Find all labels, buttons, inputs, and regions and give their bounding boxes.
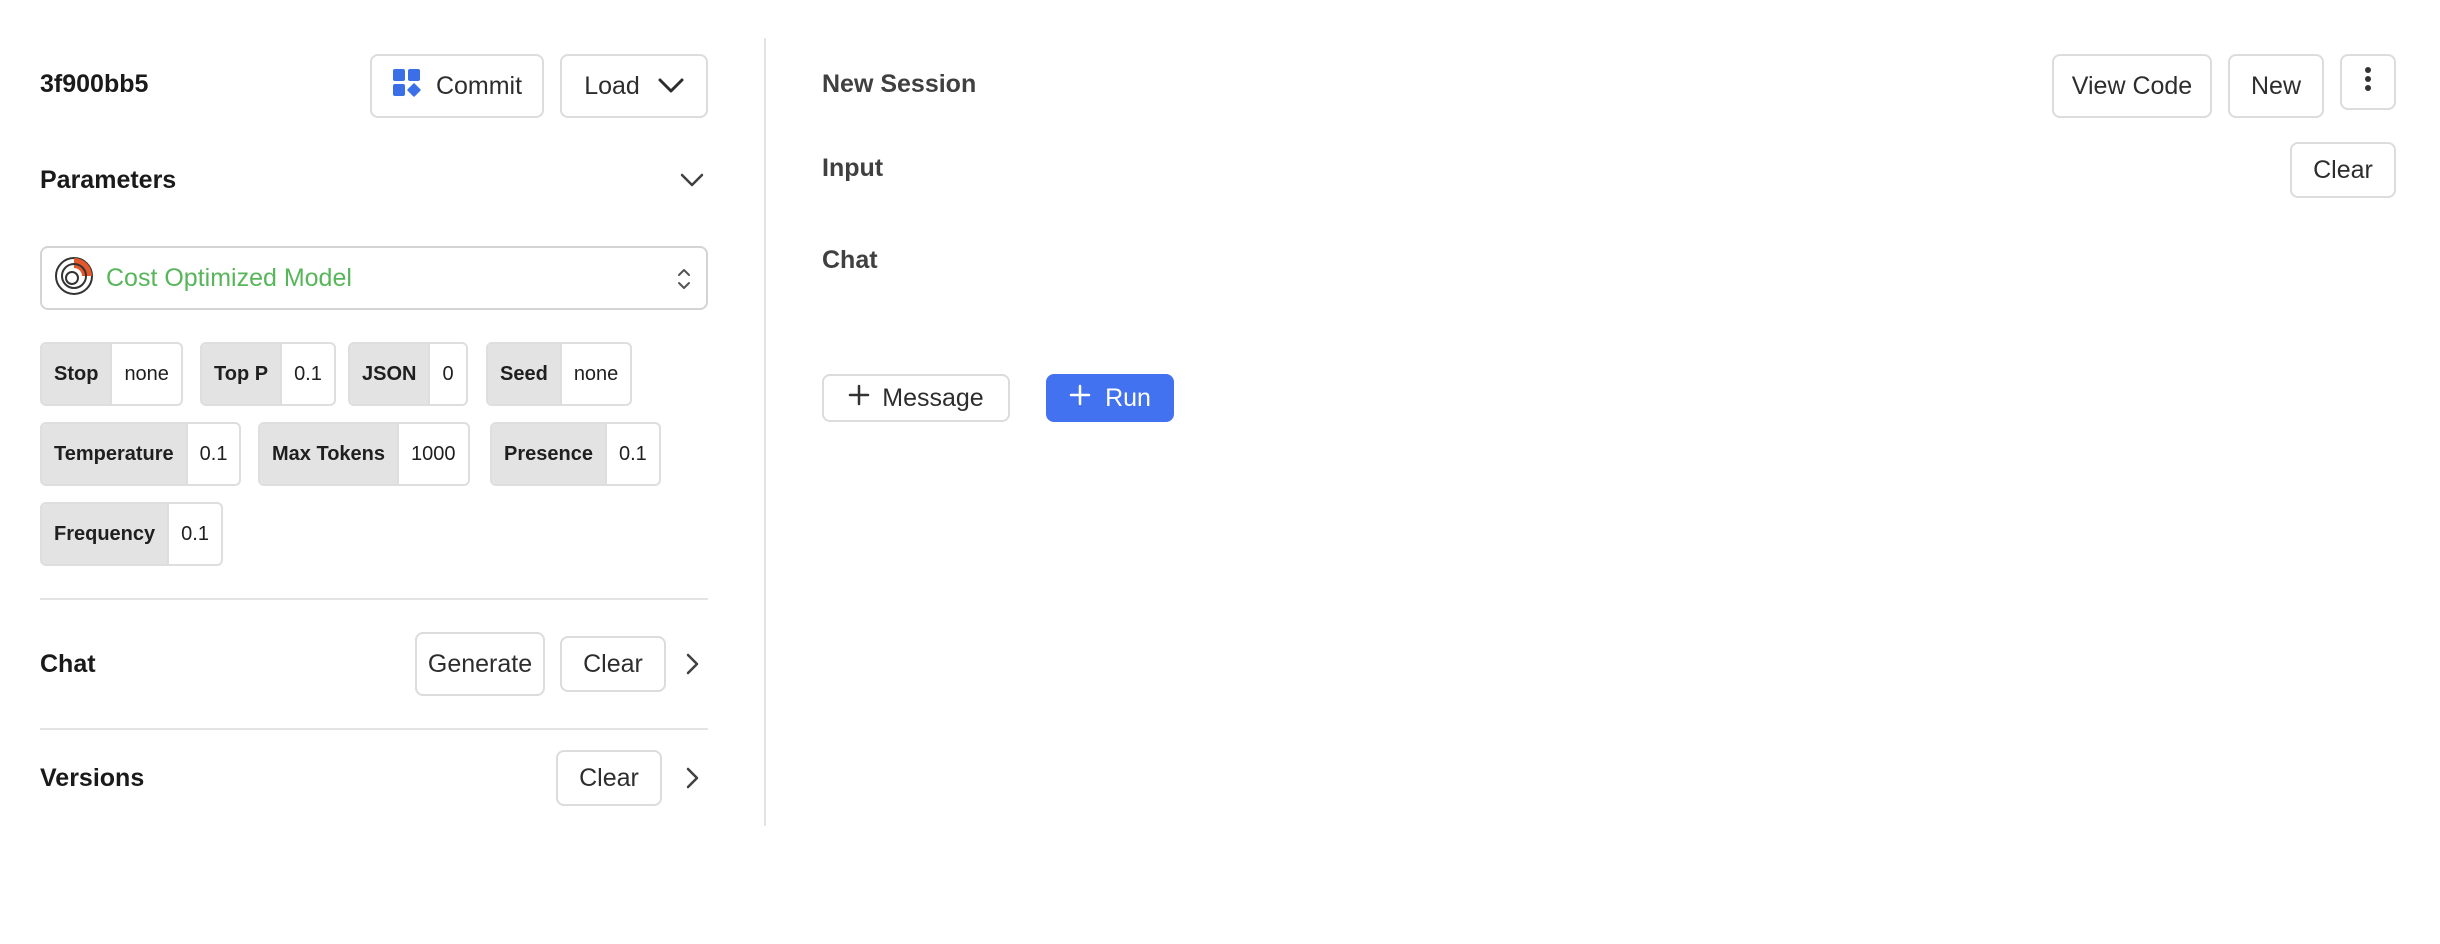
param-value: 0.1: [280, 344, 334, 404]
commit-hash: 3f900bb5: [40, 70, 149, 98]
generate-label: Generate: [427, 649, 533, 678]
add-message-button[interactable]: Message: [822, 374, 1010, 422]
view-code-button[interactable]: View Code: [2052, 54, 2212, 118]
param-key: Seed: [488, 344, 560, 404]
param-value: none: [110, 344, 181, 404]
param-chip-stop[interactable]: Stop none: [40, 342, 183, 406]
run-label: Run: [1105, 383, 1151, 412]
param-key: JSON: [350, 344, 429, 404]
param-value: 0.1: [604, 424, 659, 484]
message-label: Message: [882, 383, 984, 412]
chat-clear-label: Clear: [583, 649, 643, 678]
more-vertical-icon: [2364, 66, 2372, 99]
chat-expand-chevron-right-icon[interactable]: [684, 652, 700, 681]
versions-expand-chevron-right-icon[interactable]: [684, 766, 700, 795]
input-clear-button[interactable]: Clear: [2290, 142, 2396, 198]
param-value: 0.1: [167, 504, 221, 564]
param-chip-frequency[interactable]: Frequency 0.1: [40, 502, 223, 566]
up-down-chevron-icon: [676, 266, 692, 297]
chat-clear-button[interactable]: Clear: [560, 636, 666, 692]
more-options-button[interactable]: [2340, 54, 2396, 110]
model-logo-icon: [54, 256, 94, 301]
generate-button[interactable]: Generate: [415, 632, 545, 696]
param-key: Presence: [492, 424, 605, 484]
view-code-label: View Code: [2071, 71, 2193, 100]
chat-label: Chat: [822, 246, 878, 274]
new-session-button[interactable]: New: [2228, 54, 2324, 118]
param-key: Top P: [202, 344, 281, 404]
param-key: Frequency: [42, 504, 168, 564]
param-value: 0: [428, 344, 465, 404]
new-label: New: [2250, 71, 2301, 100]
page: 3f900bb5 Commit Load Parameters Cost Opt…: [0, 0, 2440, 944]
param-key: Temperature: [42, 424, 186, 484]
model-label: Cost Optimized Model: [106, 263, 352, 292]
param-chip-seed[interactable]: Seed none: [486, 342, 633, 406]
parameters-toggle-chevron-down-icon[interactable]: [680, 172, 704, 193]
chat-section-title: Chat: [40, 650, 96, 678]
commit-button[interactable]: Commit: [370, 54, 544, 118]
input-label: Input: [822, 154, 884, 182]
load-button[interactable]: Load: [560, 54, 708, 118]
param-value: 0.1: [185, 424, 240, 484]
parameters-title: Parameters: [40, 166, 177, 194]
param-value: none: [559, 344, 630, 404]
model-select[interactable]: Cost Optimized Model: [40, 246, 708, 310]
plus-icon: [1069, 384, 1091, 413]
param-value: 1000: [397, 424, 468, 484]
versions-clear-label: Clear: [579, 763, 639, 792]
versions-section-title: Versions: [40, 764, 145, 792]
grid-shapes-icon: [392, 68, 422, 105]
versions-clear-button[interactable]: Clear: [556, 750, 662, 806]
plus-icon: [848, 384, 870, 413]
panel-divider[interactable]: [764, 38, 766, 826]
param-chip-presence[interactable]: Presence 0.1: [490, 422, 661, 486]
commit-label: Commit: [435, 71, 523, 100]
chevron-down-icon: [658, 72, 684, 101]
input-clear-label: Clear: [2313, 155, 2373, 184]
param-key: Stop: [42, 344, 111, 404]
section-divider: [40, 598, 708, 600]
param-chip-top-p[interactable]: Top P 0.1: [200, 342, 336, 406]
param-chip-json[interactable]: JSON 0: [348, 342, 468, 406]
param-chip-max-tokens[interactable]: Max Tokens 1000: [258, 422, 470, 486]
param-chip-temperature[interactable]: Temperature 0.1: [40, 422, 242, 486]
param-key: Max Tokens: [260, 424, 397, 484]
session-title: New Session: [822, 70, 977, 98]
left-panel: 3f900bb5 Commit Load Parameters Cost Opt…: [40, 0, 708, 944]
load-label: Load: [584, 71, 640, 100]
section-divider: [40, 728, 708, 730]
run-button[interactable]: Run: [1046, 374, 1174, 422]
